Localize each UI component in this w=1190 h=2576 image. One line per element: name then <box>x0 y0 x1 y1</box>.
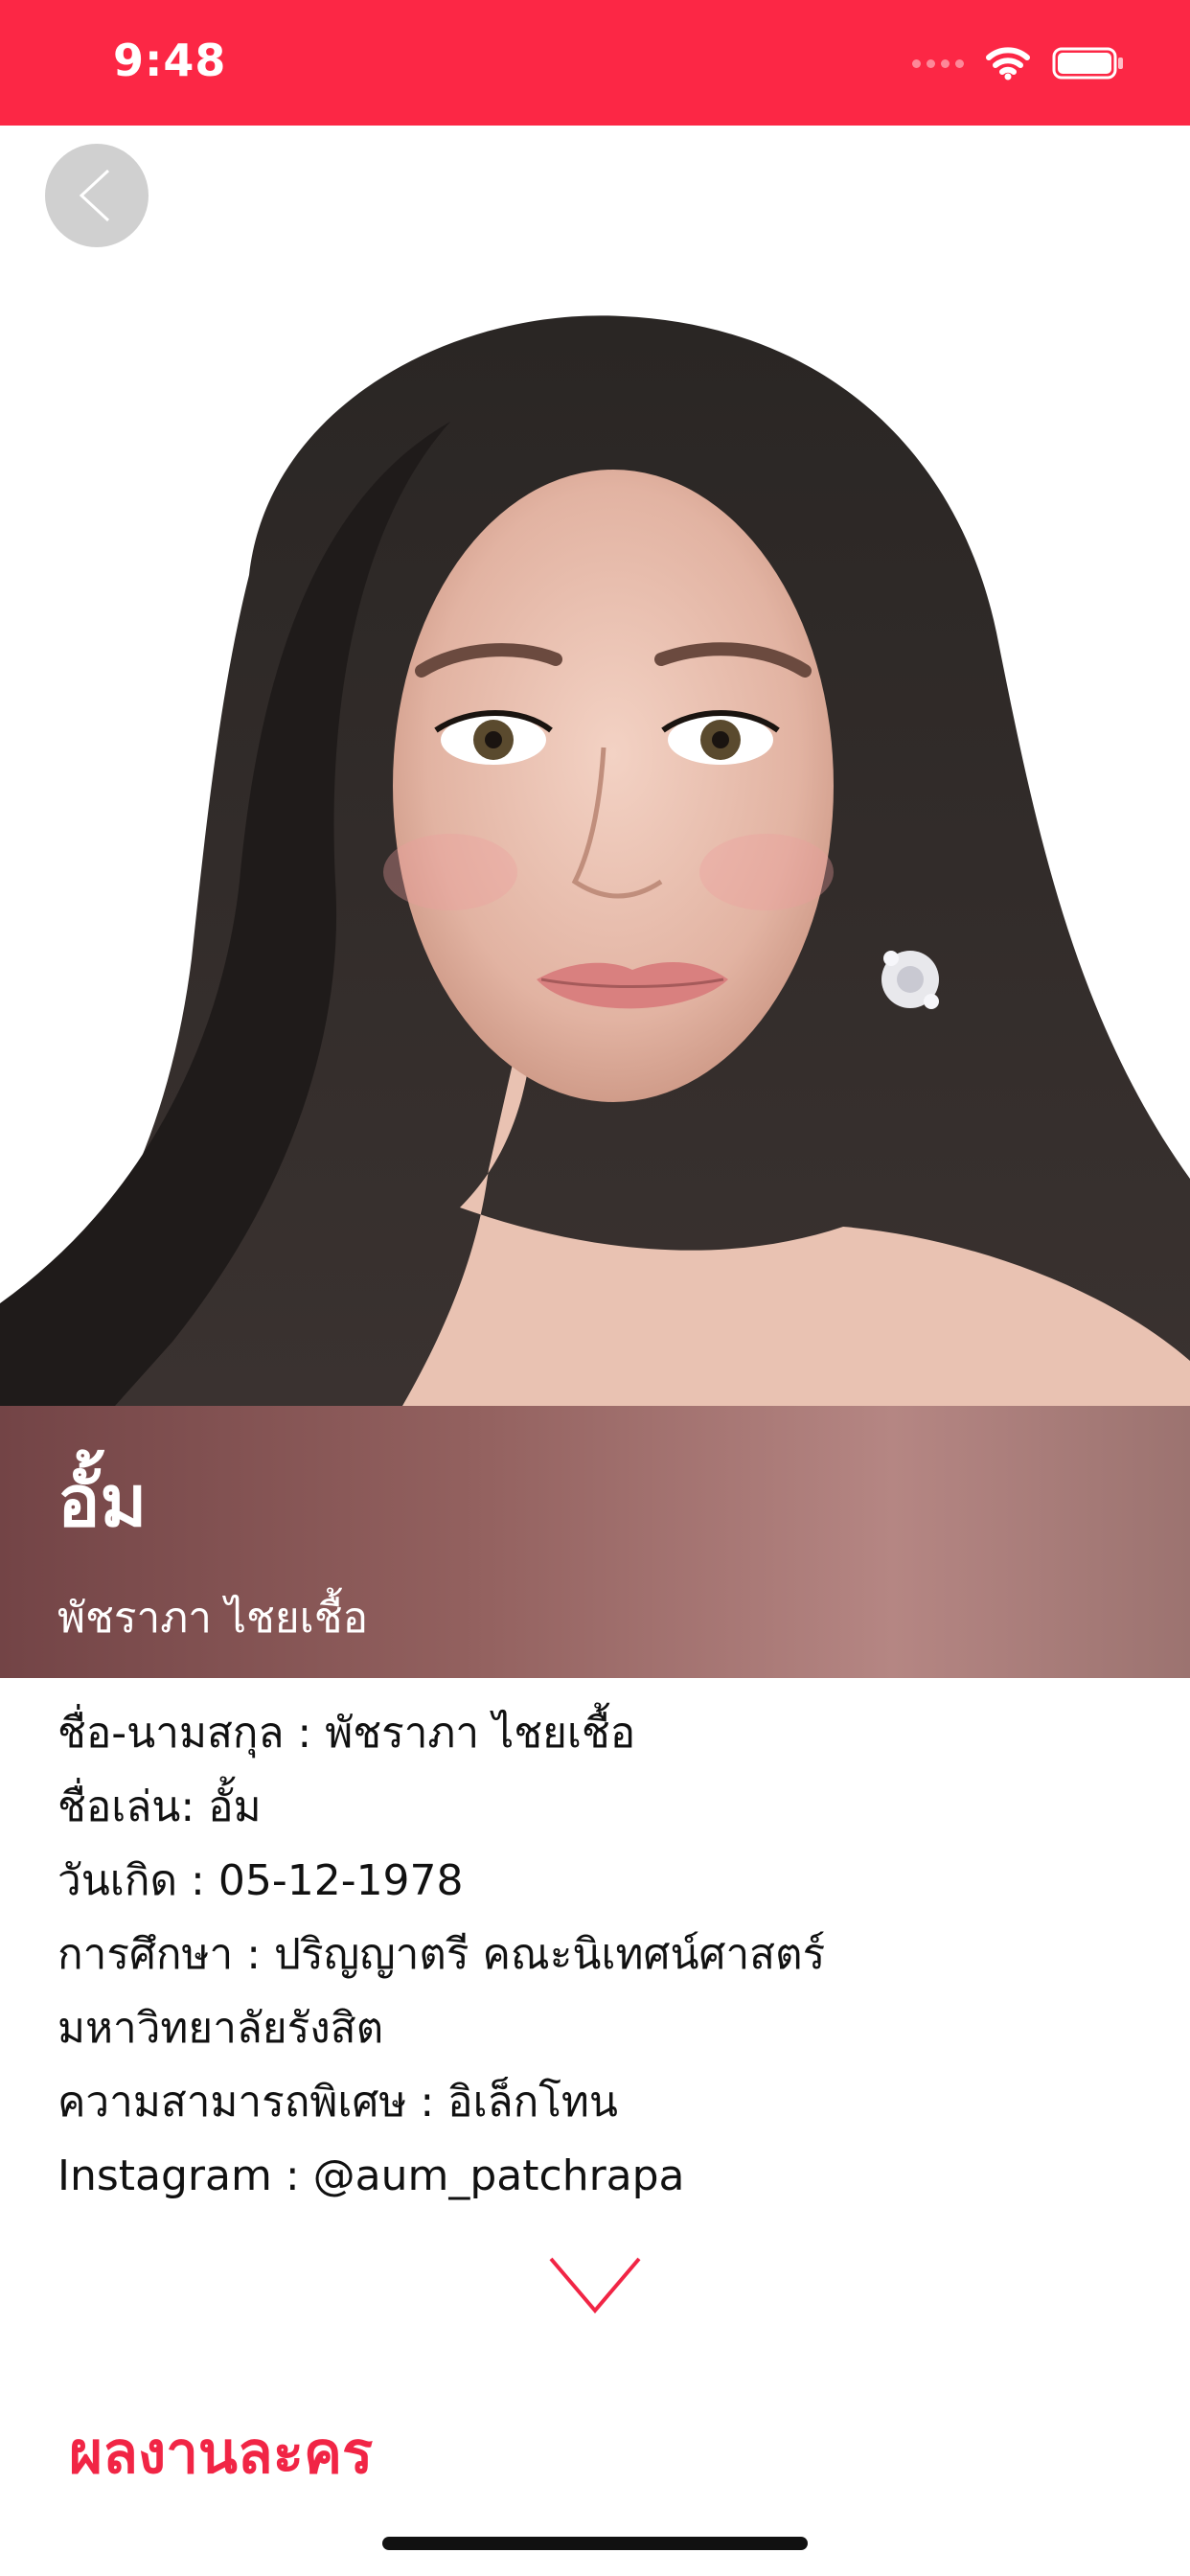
fullname-subtitle: พัชราภา ไชยเชื้อ <box>57 1594 369 1643</box>
status-time: 9:48 <box>113 34 227 86</box>
home-indicator <box>382 2537 808 2550</box>
back-button[interactable] <box>45 144 149 247</box>
chevron-left-icon <box>79 169 110 222</box>
nickname-title: อั้ม <box>57 1460 148 1543</box>
wifi-icon <box>986 47 1030 80</box>
info-instagram: Instagram : @aum_patchrapa <box>57 2151 685 2200</box>
cellular-signal-icon <box>912 58 964 68</box>
info-nickname: ชื่อเล่น: อั้ม <box>57 1782 262 1831</box>
info-education: การศึกษา : ปริญญาตรี คณะนิเทศน์ศาสตร์ <box>57 1930 826 1979</box>
battery-icon <box>1052 47 1123 80</box>
portrait-photo <box>0 288 1190 1406</box>
status-bar: 9:48 <box>0 0 1190 126</box>
info-full-name: ชื่อ-นามสกุล : พัชราภา ไชยเชื้อ <box>57 1709 636 1758</box>
chevron-down-icon[interactable] <box>547 2255 643 2314</box>
status-icons <box>912 40 1125 86</box>
info-special-skill: ความสามารถพิเศษ : อิเล็กโทน <box>57 2078 618 2127</box>
profile-info-list: ชื่อ-นามสกุล : พัชราภา ไชยเชื้อ ชื่อเล่น… <box>57 1696 1150 2213</box>
info-education-university: มหาวิทยาลัยรังสิต <box>57 2004 384 2053</box>
info-birthday: วันเกิด : 05-12-1978 <box>57 1856 464 1905</box>
works-section-heading: ผลงานละคร <box>69 2420 374 2487</box>
